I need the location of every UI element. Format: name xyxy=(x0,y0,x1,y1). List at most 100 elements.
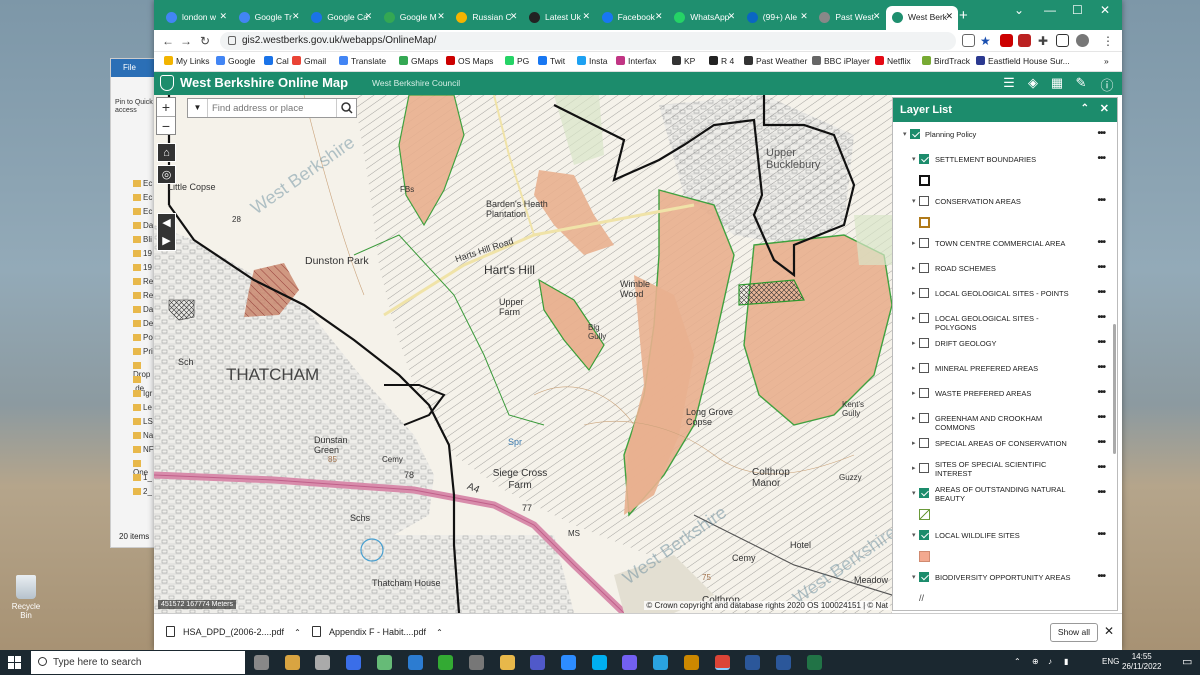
explorer-item[interactable]: De xyxy=(133,319,153,328)
files-icon[interactable] xyxy=(284,655,300,670)
tab-10[interactable]: West Berk ✕ xyxy=(886,6,958,30)
download-item-1[interactable]: HSA_DPD_(2006-2....pdf ⌃ xyxy=(166,626,301,637)
collapse-panel-icon[interactable]: ⌃ xyxy=(1081,103,1089,114)
locate-button[interactable]: ◎ xyxy=(157,165,176,184)
chevron-right-icon[interactable]: ▸ xyxy=(912,314,916,323)
start-button[interactable] xyxy=(8,656,21,669)
chevron-right-icon[interactable]: ▸ xyxy=(912,464,916,473)
excel-icon[interactable] xyxy=(806,655,822,670)
explorer-item[interactable]: Pri xyxy=(133,347,153,356)
layer-checkbox[interactable] xyxy=(919,438,929,448)
tab-2[interactable]: Google Ca ✕ xyxy=(305,6,377,30)
layer-checkbox[interactable] xyxy=(919,263,929,273)
volume-icon[interactable]: ♪ xyxy=(1048,657,1052,666)
mail-icon[interactable] xyxy=(315,655,331,670)
close-tab-icon[interactable]: ✕ xyxy=(292,11,300,22)
explorer-item[interactable]: Igr xyxy=(133,389,152,398)
layer-options-icon[interactable]: ••• xyxy=(1097,338,1105,348)
chevron-down-icon[interactable]: ▾ xyxy=(912,531,916,540)
search-input[interactable] xyxy=(212,101,330,115)
layer-checkbox[interactable] xyxy=(919,338,929,348)
layer-checkbox[interactable] xyxy=(919,288,929,298)
close-tab-icon[interactable]: ✕ xyxy=(510,11,518,22)
explorer-item[interactable]: LS xyxy=(133,417,153,426)
profile-avatar[interactable] xyxy=(1076,34,1089,47)
minimize-button[interactable]: — xyxy=(1044,3,1056,17)
layer-checkbox[interactable] xyxy=(919,463,929,473)
extension-icon-2[interactable] xyxy=(1018,34,1031,47)
photos-icon[interactable] xyxy=(376,655,392,670)
close-tab-icon[interactable]: ✕ xyxy=(582,11,590,22)
chevron-right-icon[interactable]: ▸ xyxy=(912,414,916,423)
bookmark-item[interactable]: Twit xyxy=(538,56,565,66)
explorer-item[interactable]: 19 xyxy=(133,249,152,258)
maximize-button[interactable]: ☐ xyxy=(1072,3,1083,17)
forward-button[interactable]: → xyxy=(180,34,192,48)
teams-icon[interactable] xyxy=(530,655,546,670)
bookmark-item[interactable]: OS Maps xyxy=(446,56,493,66)
explorer-item[interactable]: Ec xyxy=(133,193,152,202)
explorer-item[interactable]: 2_ xyxy=(133,487,152,496)
ribbon-file-tab[interactable]: File xyxy=(111,59,154,77)
bookmark-item[interactable]: Insta xyxy=(577,56,607,66)
draw-pencil-icon[interactable]: ✎ xyxy=(1072,75,1090,92)
layers-icon[interactable]: ◈ xyxy=(1024,75,1042,92)
chevron-right-icon[interactable]: ▸ xyxy=(912,439,916,448)
close-tab-icon[interactable]: ✕ xyxy=(437,11,445,22)
bookmark-item[interactable]: BirdTrack xyxy=(922,56,970,66)
layer-options-icon[interactable]: ••• xyxy=(1097,313,1105,323)
layer-checkbox[interactable] xyxy=(919,363,929,373)
puzzle-icon[interactable]: ✚ xyxy=(1038,34,1048,48)
explorer-item[interactable]: Da xyxy=(133,305,153,314)
map-view[interactable]: Little Copse Dunston Park THATCHAM Harts… xyxy=(154,95,892,613)
chevron-right-icon[interactable]: ▸ xyxy=(912,339,916,348)
layer-checkbox[interactable] xyxy=(919,572,929,582)
explorer-item[interactable]: Ec xyxy=(133,179,152,188)
layer-checkbox[interactable] xyxy=(919,154,929,164)
explorer-item[interactable]: 1_ xyxy=(133,473,152,482)
tab-7[interactable]: WhatsApp ✕ xyxy=(668,6,740,30)
tab-8[interactable]: (99+) Ale ✕ xyxy=(741,6,813,30)
layer-options-icon[interactable]: ••• xyxy=(1097,263,1105,273)
share-icon[interactable] xyxy=(962,34,975,47)
skype-icon[interactable] xyxy=(346,655,362,670)
close-tab-icon[interactable]: ✕ xyxy=(219,11,227,22)
layer-list-scrollbar[interactable] xyxy=(1113,324,1116,454)
chevron-down-icon[interactable]: ▾ xyxy=(912,573,916,582)
reload-button[interactable]: ↻ xyxy=(200,34,210,48)
bookmark-item[interactable]: KP xyxy=(672,56,695,66)
telegram-icon[interactable] xyxy=(653,655,669,670)
chevron-up-icon[interactable]: ⌃ xyxy=(436,628,443,637)
bookmark-item[interactable]: R 4 xyxy=(709,56,734,66)
bookmark-item[interactable]: BBC iPlayer xyxy=(812,56,870,66)
zoom-in-button[interactable]: + xyxy=(157,98,175,116)
bookmark-item[interactable]: PG xyxy=(505,56,529,66)
quicken-icon[interactable] xyxy=(438,655,454,670)
basemap-gallery-icon[interactable]: ▦ xyxy=(1048,75,1066,92)
layer-options-icon[interactable]: ••• xyxy=(1097,363,1105,373)
layer-options-icon[interactable]: ••• xyxy=(1097,238,1105,248)
bookmark-item[interactable]: Google xyxy=(216,56,255,66)
close-panel-icon[interactable]: ✕ xyxy=(1100,102,1109,115)
explorer-item[interactable]: Re xyxy=(133,277,153,286)
network-icon[interactable]: ⊕ xyxy=(1032,657,1039,666)
layer-options-icon[interactable]: ••• xyxy=(1097,530,1105,540)
edge-icon[interactable] xyxy=(407,655,423,670)
explorer-item[interactable]: Na xyxy=(133,431,153,440)
word-icon[interactable] xyxy=(775,655,791,670)
settings-icon[interactable] xyxy=(254,655,269,670)
chevron-right-icon[interactable]: ▸ xyxy=(912,289,916,298)
extension-icon[interactable] xyxy=(1000,34,1013,47)
tray-chevron-icon[interactable]: ⌃ xyxy=(1014,657,1021,666)
file-explorer-window[interactable]: File Pin to Quick access Ec Ec Ec Da Bli 19 19… xyxy=(110,58,155,548)
close-tab-icon[interactable]: ✕ xyxy=(945,11,953,22)
bookmark-item[interactable]: My Links xyxy=(164,56,210,66)
show-all-button[interactable]: Show all xyxy=(1050,623,1098,642)
layer-checkbox[interactable] xyxy=(919,388,929,398)
layer-options-icon[interactable]: ••• xyxy=(1097,488,1105,498)
language-indicator[interactable]: ENG xyxy=(1102,657,1119,666)
close-window-button[interactable]: ✕ xyxy=(1100,3,1110,17)
skype-blue-icon[interactable] xyxy=(591,655,607,670)
layer-options-icon[interactable]: ••• xyxy=(1097,288,1105,298)
bookmark-star-icon[interactable]: ★ xyxy=(980,34,991,48)
